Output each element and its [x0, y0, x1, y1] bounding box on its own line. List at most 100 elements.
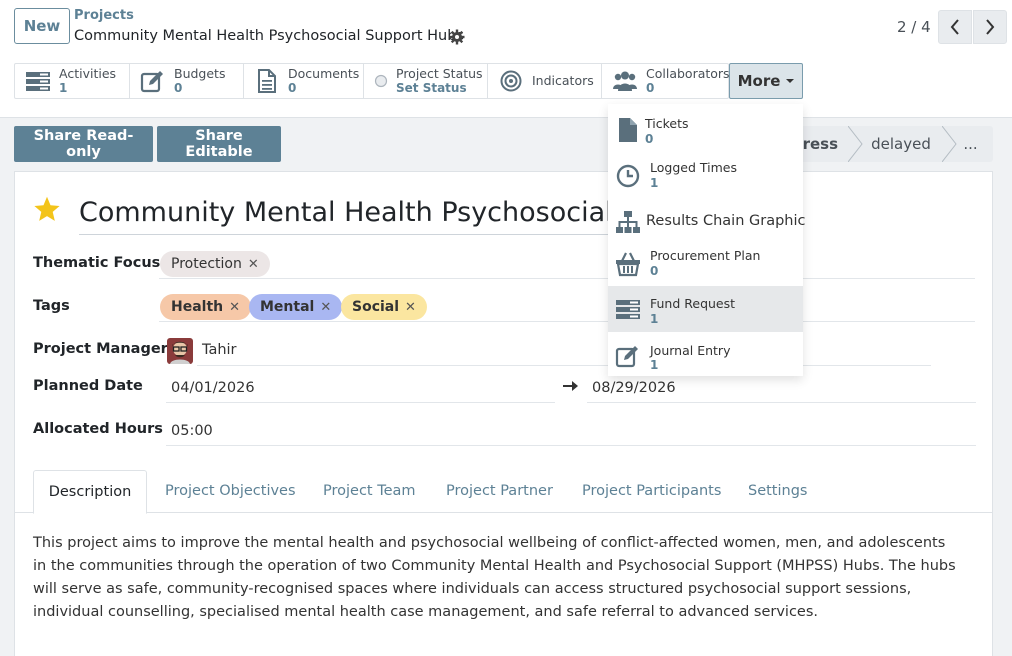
collaborators-stat-button[interactable]: Collaborators 0	[602, 64, 730, 98]
allocated-hours-value[interactable]: 05:00	[171, 423, 213, 439]
gear-icon[interactable]	[449, 29, 465, 45]
pager-value[interactable]: 2 / 4	[897, 18, 931, 36]
close-icon[interactable]: ✕	[405, 300, 416, 315]
menu-item-logged-times[interactable]: Logged Times 1	[608, 154, 803, 198]
tag-mental: Mental ✕	[249, 294, 343, 320]
pencil-square-icon	[140, 71, 163, 93]
documents-label: Documents	[288, 66, 360, 81]
status-circle-icon	[374, 74, 388, 88]
allocated-hours-label: Allocated Hours	[33, 421, 163, 437]
menu-item-label: Fund Request	[650, 296, 736, 311]
stage-separator-icon	[942, 126, 957, 162]
tasks-icon	[26, 72, 50, 91]
menu-item-count: 1	[650, 358, 659, 372]
tab-project-participants[interactable]: Project Participants	[582, 470, 721, 513]
pager-previous-button[interactable]	[938, 10, 972, 44]
share-editable-button[interactable]: Share Editable	[157, 126, 281, 162]
pencil-square-icon	[615, 346, 638, 368]
project-manager-label: Project Manager	[33, 341, 168, 357]
planned-end-field[interactable]	[587, 402, 976, 403]
star-icon[interactable]	[33, 195, 61, 223]
project-title-input[interactable]: Community Mental Health Psychosocial Sup…	[79, 195, 639, 235]
tab-description[interactable]: Description	[33, 470, 147, 514]
planned-start-date[interactable]: 04/01/2026	[171, 380, 255, 396]
collaborators-count: 0	[646, 81, 655, 95]
breadcrumb-current: Community Mental Health Psychosocial Sup…	[74, 28, 464, 44]
budgets-stat-button[interactable]: Budgets 0	[130, 64, 244, 98]
tag-label: Social	[352, 299, 400, 315]
project-status-stat-button[interactable]: Project Status Set Status	[364, 64, 488, 98]
menu-item-procurement-plan[interactable]: Procurement Plan 0	[608, 242, 803, 286]
users-icon	[613, 71, 637, 91]
stage-label: delayed	[871, 135, 931, 153]
tag-health: Health ✕	[160, 294, 252, 320]
menu-item-results-chain-graphic[interactable]: Results Chain Graphic	[608, 202, 806, 242]
notebook-tabs: Description Project Objectives Project T…	[15, 470, 992, 514]
more-dropdown-button[interactable]: More	[729, 63, 803, 99]
menu-item-label: Procurement Plan	[650, 248, 761, 263]
new-button[interactable]: New	[14, 8, 70, 44]
breadcrumb-projects[interactable]: Projects	[74, 8, 134, 23]
tag-label: Protection	[171, 256, 242, 272]
menu-item-label: Journal Entry	[650, 343, 731, 358]
document-icon	[258, 69, 276, 93]
basket-icon	[616, 252, 640, 277]
menu-item-count: 1	[650, 312, 659, 326]
tab-project-objectives[interactable]: Project Objectives	[165, 470, 296, 513]
stage-separator-icon	[848, 126, 863, 162]
menu-item-fund-request[interactable]: Fund Request 1	[608, 286, 803, 332]
documents-stat-button[interactable]: Documents 0	[244, 64, 364, 98]
stage-label: ...	[963, 135, 978, 153]
chevron-left-icon	[950, 19, 959, 35]
menu-item-count: 1	[650, 176, 659, 190]
documents-count: 0	[288, 81, 297, 95]
tab-project-team[interactable]: Project Team	[323, 470, 416, 513]
budgets-count: 0	[174, 81, 183, 95]
project-manager-value[interactable]: Tahir	[202, 342, 237, 358]
collaborators-label: Collaborators	[646, 66, 730, 81]
tag-social: Social ✕	[341, 294, 427, 320]
project-status-label: Project Status	[396, 66, 483, 81]
indicators-stat-button[interactable]: Indicators	[488, 64, 602, 98]
thematic-tag-protection: Protection ✕	[160, 251, 270, 277]
stat-buttons-bar: Activities 1 Budgets 0 Documents 0 Project …	[14, 63, 730, 99]
close-icon[interactable]: ✕	[229, 300, 240, 315]
thematic-focus-field[interactable]	[159, 278, 975, 279]
stage-delayed[interactable]: delayed	[854, 126, 948, 162]
allocated-hours-field[interactable]	[166, 445, 976, 446]
tag-label: Health	[171, 299, 224, 315]
tab-settings[interactable]: Settings	[748, 470, 807, 513]
menu-item-journal-entry[interactable]: Journal Entry 1	[608, 334, 803, 376]
target-icon	[500, 70, 522, 92]
arrow-right-icon	[563, 381, 578, 391]
activities-stat-button[interactable]: Activities 1	[15, 64, 130, 98]
file-icon	[619, 118, 637, 142]
menu-item-label: Logged Times	[650, 160, 737, 175]
menu-item-tickets[interactable]: Tickets 0	[608, 108, 803, 152]
pager-next-button[interactable]	[973, 10, 1007, 44]
tags-field[interactable]	[159, 321, 975, 322]
indicators-label: Indicators	[532, 73, 594, 88]
close-icon[interactable]: ✕	[248, 257, 259, 272]
description-text[interactable]: This project aims to improve the mental …	[33, 532, 963, 624]
caret-down-icon	[786, 79, 795, 83]
close-icon[interactable]: ✕	[320, 300, 331, 315]
planned-date-label: Planned Date	[33, 378, 143, 394]
more-dropdown-menu: Tickets 0 Logged Times 1 Results Chain G…	[608, 104, 806, 376]
planned-end-date[interactable]: 08/29/2026	[592, 380, 676, 396]
form-sheet: Community Mental Health Psychosocial Sup…	[14, 171, 993, 656]
planned-start-field[interactable]	[166, 402, 555, 403]
tag-label: Mental	[260, 299, 315, 315]
menu-item-count: 0	[650, 264, 659, 278]
activities-count: 1	[59, 81, 68, 95]
share-read-only-button[interactable]: Share Read-only	[14, 126, 153, 162]
project-manager-field[interactable]	[197, 365, 931, 366]
tags-label: Tags	[33, 298, 70, 314]
tab-project-partner[interactable]: Project Partner	[446, 470, 553, 513]
budgets-label: Budgets	[174, 66, 226, 81]
menu-item-label: Results Chain Graphic	[646, 213, 806, 229]
avatar	[167, 338, 193, 364]
activities-label: Activities	[59, 66, 117, 81]
tasks-icon	[616, 300, 640, 319]
chevron-right-icon	[986, 19, 995, 35]
